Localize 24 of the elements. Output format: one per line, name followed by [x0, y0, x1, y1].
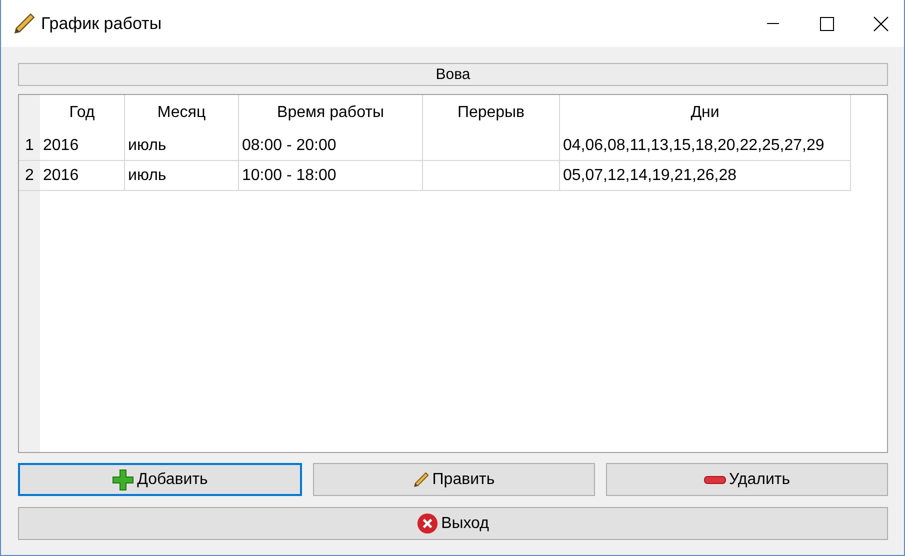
- table-cell: июль: [125, 131, 239, 160]
- edit-button[interactable]: Править: [313, 463, 595, 496]
- plus-icon: [112, 468, 134, 490]
- delete-button[interactable]: Удалить: [606, 463, 888, 496]
- table-cell: 10:00 - 18:00: [239, 161, 423, 190]
- maximize-icon[interactable]: [820, 16, 834, 30]
- close-icon[interactable]: [873, 16, 889, 32]
- table-cell: 2016: [40, 131, 125, 160]
- table-cell: 04,06,08,11,13,15,18,20,22,25,27,29: [560, 131, 851, 160]
- row-number: 2: [24, 166, 35, 186]
- pencil-icon: [413, 472, 430, 488]
- minus-icon: [704, 476, 726, 484]
- window-title: График работы: [41, 14, 163, 34]
- table-cell: 08:00 - 20:00: [239, 131, 423, 160]
- name-header: Вова: [18, 63, 888, 86]
- table-cell: 05,07,12,14,19,21,26,28: [560, 161, 851, 190]
- table-cell: июль: [125, 161, 239, 190]
- close-icon: [417, 513, 438, 534]
- exit-button[interactable]: Выход: [18, 507, 888, 540]
- table-cell: 2016: [40, 161, 125, 190]
- row-number: 1: [24, 136, 35, 156]
- minimize-icon[interactable]: [767, 22, 779, 24]
- pencil-icon: [13, 12, 35, 34]
- add-button[interactable]: Добавить: [18, 463, 302, 496]
